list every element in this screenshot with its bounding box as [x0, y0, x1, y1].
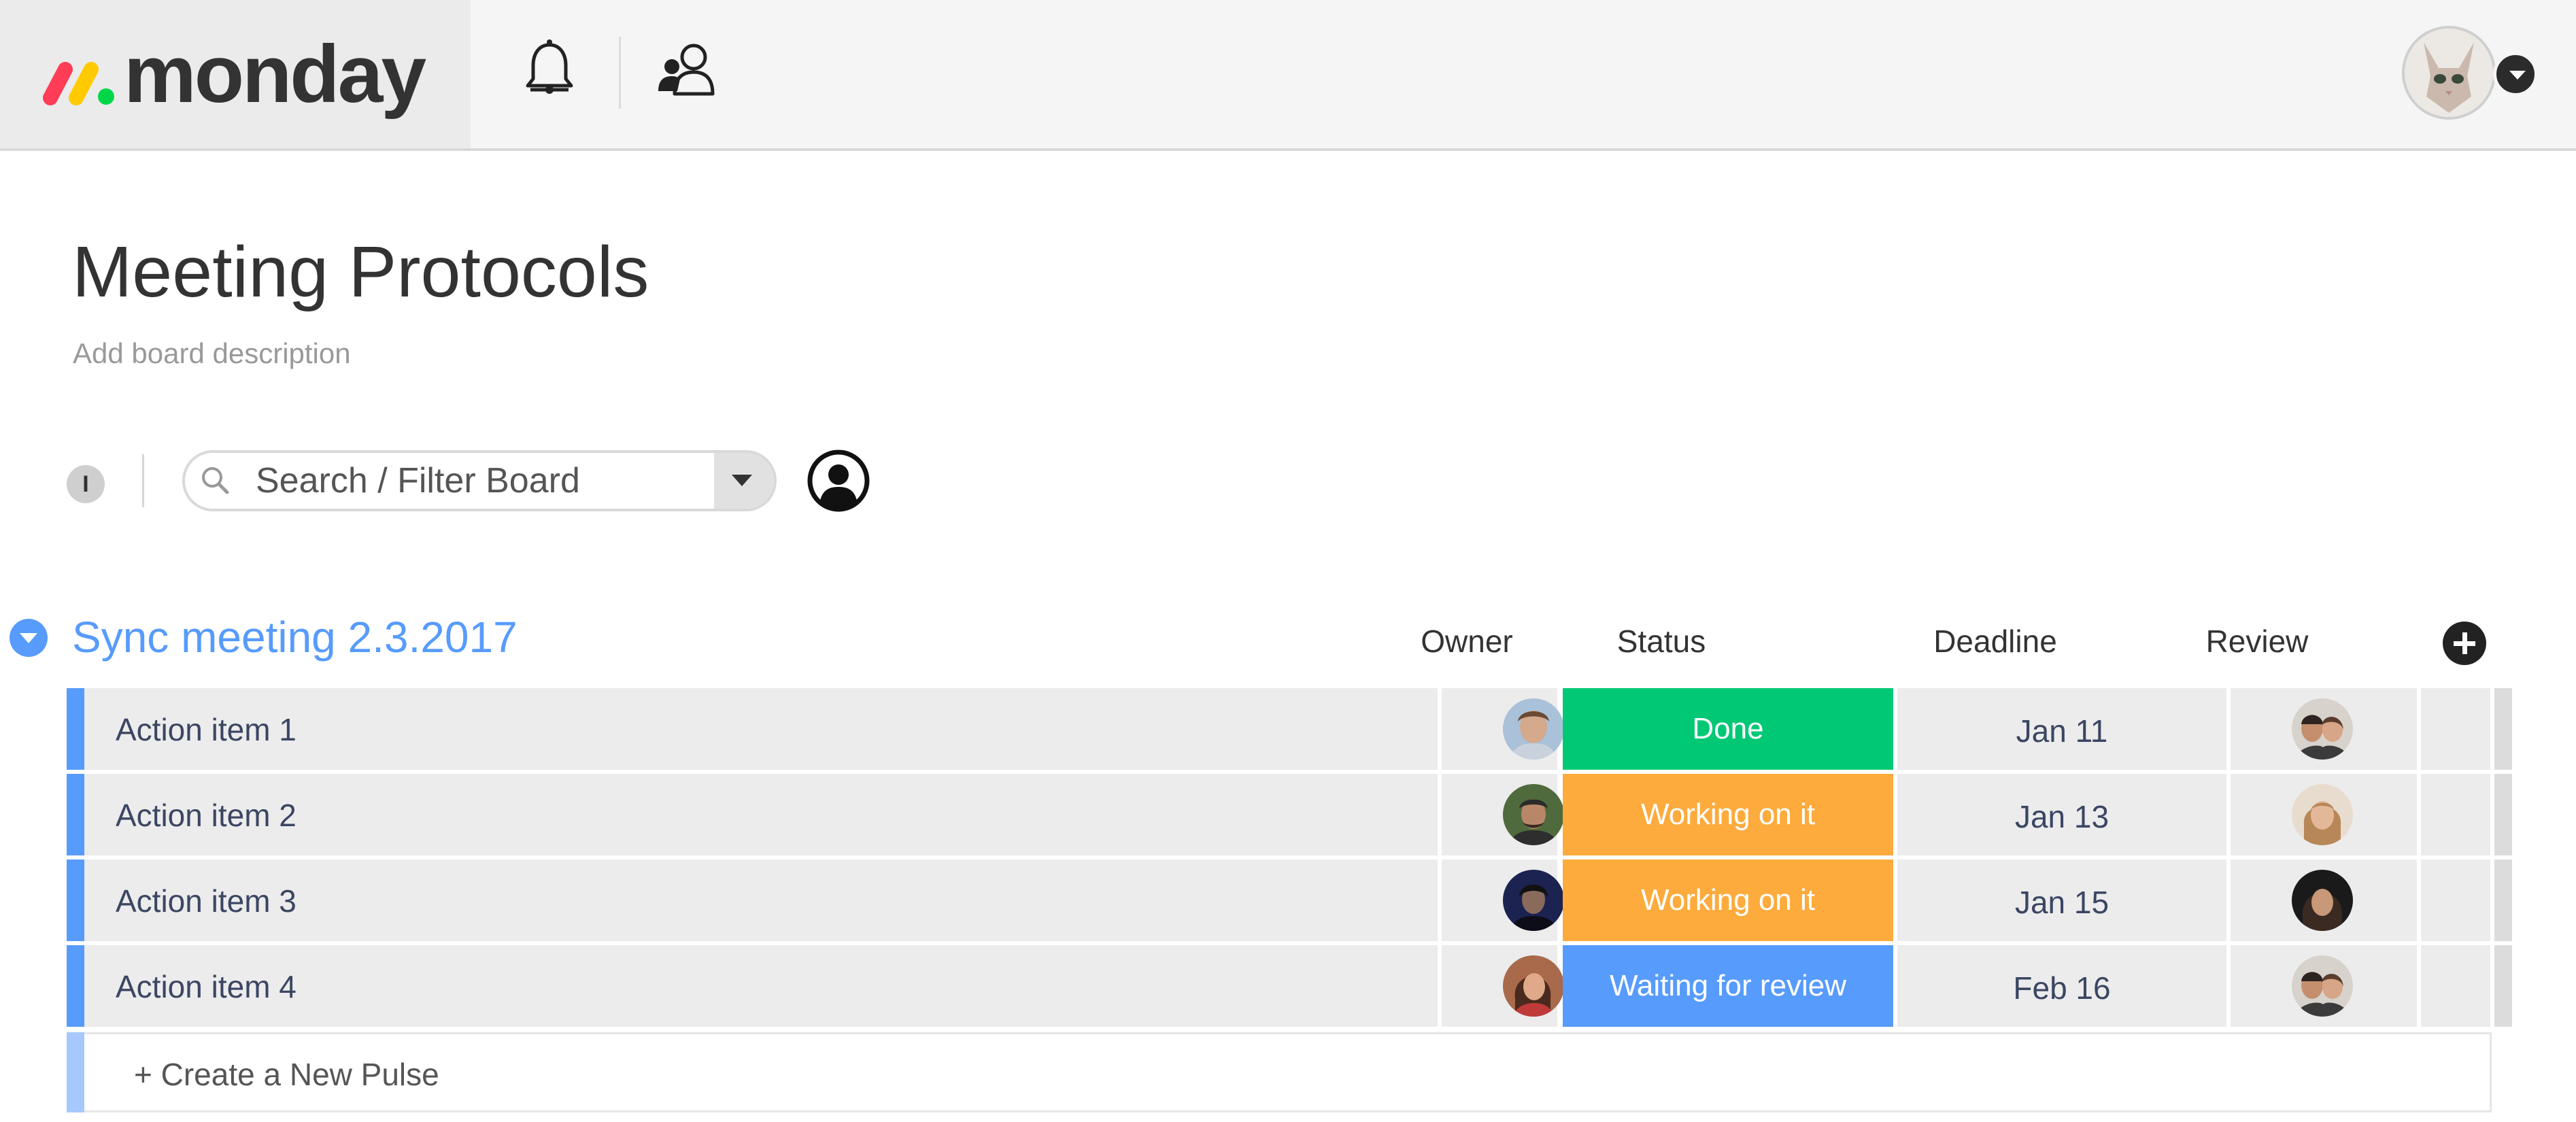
search-filter-box[interactable]	[182, 450, 777, 511]
bell-icon[interactable]	[515, 35, 583, 103]
brand-name: monday	[124, 29, 426, 120]
review-avatar	[2292, 870, 2353, 931]
row-end-cap	[2494, 945, 2512, 1027]
people-icon[interactable]	[653, 35, 721, 103]
search-dropdown-button[interactable]	[714, 453, 774, 509]
create-new-pulse-label[interactable]: + Create a New Pulse	[134, 1056, 439, 1093]
item-name: Action item 3	[116, 883, 296, 919]
table-row[interactable]: Action item 1 Done Jan 11	[67, 688, 2512, 770]
logo[interactable]: monday	[0, 0, 471, 148]
row-color-marker	[67, 945, 84, 1027]
account-menu-caret[interactable]	[2493, 52, 2538, 97]
column-header-review[interactable]: Review	[2164, 623, 2350, 660]
row-end-cap	[2494, 774, 2512, 855]
item-name: Action item 1	[116, 712, 296, 747]
status-cell[interactable]: Done	[1563, 688, 1893, 770]
board-description[interactable]: Add board description	[73, 337, 351, 370]
empty-cell	[2421, 688, 2490, 770]
filter-divider	[142, 454, 144, 507]
status-cell[interactable]: Working on it	[1563, 774, 1893, 855]
deadline-date: Jan 11	[2016, 713, 2108, 749]
new-row-color-marker	[67, 1032, 84, 1112]
deadline-date: Feb 16	[2013, 970, 2111, 1006]
empty-cell	[2421, 860, 2490, 941]
add-column-button[interactable]	[2443, 622, 2486, 665]
deadline-cell[interactable]: Jan 11	[1897, 688, 2226, 770]
owner-avatar	[1503, 955, 1564, 1017]
review-avatar	[2292, 784, 2353, 845]
table-row[interactable]: Action item 2 Working on it Jan 13	[67, 774, 2512, 855]
column-header-status[interactable]: Status	[1496, 623, 1827, 660]
search-icon	[202, 467, 229, 494]
review-cell[interactable]	[2231, 860, 2417, 941]
deadline-date: Jan 15	[2014, 885, 2109, 920]
status-cell[interactable]: Waiting for review	[1563, 945, 1893, 1027]
row-end-cap	[2494, 688, 2512, 770]
review-cell[interactable]	[2231, 774, 2417, 855]
item-name-cell[interactable]: Action item 2	[84, 774, 1438, 855]
monday-logo-icon	[43, 62, 114, 105]
review-cell[interactable]	[2231, 688, 2417, 770]
row-color-marker	[67, 688, 84, 770]
review-avatar	[2292, 955, 2353, 1017]
table-row[interactable]: Action item 4 Waiting for review Feb 16	[67, 945, 2512, 1027]
empty-cell	[2421, 774, 2490, 855]
top-bar: monday	[0, 0, 2576, 151]
create-new-pulse-row[interactable]: + Create a New Pulse	[67, 1032, 2492, 1112]
deadline-cell[interactable]: Jan 13	[1897, 774, 2226, 855]
group-title[interactable]: Sync meeting 2.3.2017	[72, 612, 518, 662]
row-color-marker	[67, 774, 84, 855]
column-header-deadline[interactable]: Deadline	[1831, 623, 2160, 660]
deadline-date: Jan 13	[2014, 799, 2109, 834]
group-collapse-toggle[interactable]	[10, 619, 48, 657]
item-name-cell[interactable]: Action item 3	[84, 860, 1438, 941]
owner-cell[interactable]	[1442, 774, 1564, 855]
row-color-marker	[67, 860, 84, 941]
review-cell[interactable]	[2231, 945, 2417, 1027]
owner-cell[interactable]	[1442, 688, 1564, 770]
person-filter-icon[interactable]	[807, 449, 870, 513]
page-title[interactable]: Meeting Protocols	[72, 231, 649, 313]
owner-avatar	[1503, 784, 1564, 845]
item-name: Action item 2	[116, 798, 296, 833]
empty-cell	[2421, 945, 2490, 1027]
search-input[interactable]	[256, 453, 677, 509]
item-name-cell[interactable]: Action item 1	[84, 688, 1438, 770]
table-row[interactable]: Action item 3 Working on it Jan 15	[67, 860, 2512, 941]
status-cell[interactable]: Working on it	[1563, 860, 1893, 941]
cat-avatar-icon	[2405, 29, 2493, 117]
row-end-cap	[2494, 860, 2512, 941]
item-name-cell[interactable]: Action item 4	[84, 945, 1438, 1027]
deadline-cell[interactable]: Feb 16	[1897, 945, 2226, 1027]
board-info-button[interactable]: I	[67, 465, 105, 503]
owner-avatar	[1503, 698, 1564, 760]
owner-avatar	[1503, 870, 1564, 931]
topbar-divider	[619, 37, 621, 109]
deadline-cell[interactable]: Jan 15	[1897, 860, 2226, 941]
item-name: Action item 4	[116, 969, 296, 1004]
review-avatar	[2292, 698, 2353, 760]
user-avatar[interactable]	[2402, 26, 2496, 120]
owner-cell[interactable]	[1442, 860, 1564, 941]
owner-cell[interactable]	[1442, 945, 1564, 1027]
